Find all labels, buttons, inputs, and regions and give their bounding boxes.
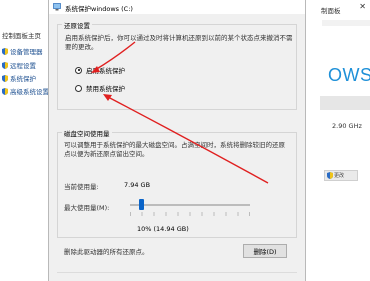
sidebar-item-system-protection[interactable]: 系统保护	[2, 73, 36, 83]
sidebar-item-remote-settings[interactable]: 远程设置	[2, 60, 36, 70]
sidebar-item-label: 高级系统设置	[10, 88, 49, 96]
max-usage-value: 10% (14.94 GB)	[137, 225, 189, 233]
system-protection-dialog: 系统保护windows (C:) 还原设置 启用系统保护后，你可以通过及时将计算…	[48, 0, 306, 281]
disable-protection-radio[interactable]: 禁用系统保护	[75, 83, 125, 93]
radio-selected-icon	[75, 66, 82, 74]
current-usage-value: 7.94 GB	[124, 181, 151, 189]
sidebar-item-advanced-settings[interactable]: 高级系统设置	[2, 86, 49, 96]
address-bar	[322, 20, 370, 26]
change-settings-button[interactable]: 更改	[324, 170, 358, 181]
shield-icon	[327, 172, 333, 179]
button-label: 更改	[334, 173, 345, 179]
bottom-divider	[57, 272, 297, 273]
close-icon[interactable]: ✕	[359, 2, 366, 11]
computer-icon	[53, 3, 61, 11]
shield-icon	[2, 47, 8, 55]
restore-settings-description: 启用系统保护后，你可以通过及时将计算机还原到以前的某个状态点来撤消不需要的更改。	[65, 34, 293, 51]
cpu-speed: 2.90 GHz	[332, 122, 362, 130]
max-usage-slider-thumb[interactable]	[139, 199, 144, 210]
shield-icon	[2, 87, 8, 95]
windows-logo-text: OWS	[328, 65, 370, 85]
max-usage-slider-track[interactable]	[130, 204, 250, 206]
system-window-content: 制面板 ✕ OWS 2.90 GHz 更改	[310, 0, 370, 281]
sidebar-item-device-manager[interactable]: 设备管理器	[2, 46, 43, 56]
sidebar-item-label: 远程设置	[10, 62, 36, 70]
shield-icon	[2, 74, 8, 82]
max-usage-label: 最大使用量(M):	[64, 204, 110, 212]
sidebar-item-label: 系统保护	[10, 75, 36, 83]
disk-usage-description: 可以调整用于系统保护的最大磁盘空间。占满空间时，系统将删除较旧的还原点以便为新还…	[64, 141, 285, 158]
shield-icon	[2, 61, 8, 69]
restore-settings-legend: 还原设置	[62, 20, 92, 30]
disk-usage-legend: 磁盘空间使用量	[62, 128, 112, 138]
radio-unselected-icon	[75, 84, 82, 92]
dialog-title: 系统保护windows (C:)	[65, 5, 133, 13]
restore-settings-group: 还原设置 启用系统保护后，你可以通过及时将计算机还原到以前的某个状态点来撤消不需…	[57, 20, 297, 110]
slider-ticks	[130, 212, 250, 216]
enable-protection-label: 启用系统保护	[86, 67, 125, 75]
delete-restore-points-text: 删除此驱动器的所有还原点。	[64, 248, 149, 256]
delete-button[interactable]: 删除(D)	[243, 244, 287, 258]
current-usage-label: 当前使用量:	[64, 183, 99, 191]
enable-protection-radio[interactable]: 启用系统保护	[75, 65, 125, 75]
disable-protection-label: 禁用系统保护	[86, 85, 125, 93]
window-title-fragment: 制面板	[321, 7, 341, 15]
sidebar-item-label: 设备管理器	[10, 48, 43, 56]
dialog-titlebar: 系统保护windows (C:)	[49, 0, 305, 14]
info-strip	[320, 96, 370, 110]
control-panel-home-link[interactable]: 控制面板主页	[2, 30, 41, 40]
